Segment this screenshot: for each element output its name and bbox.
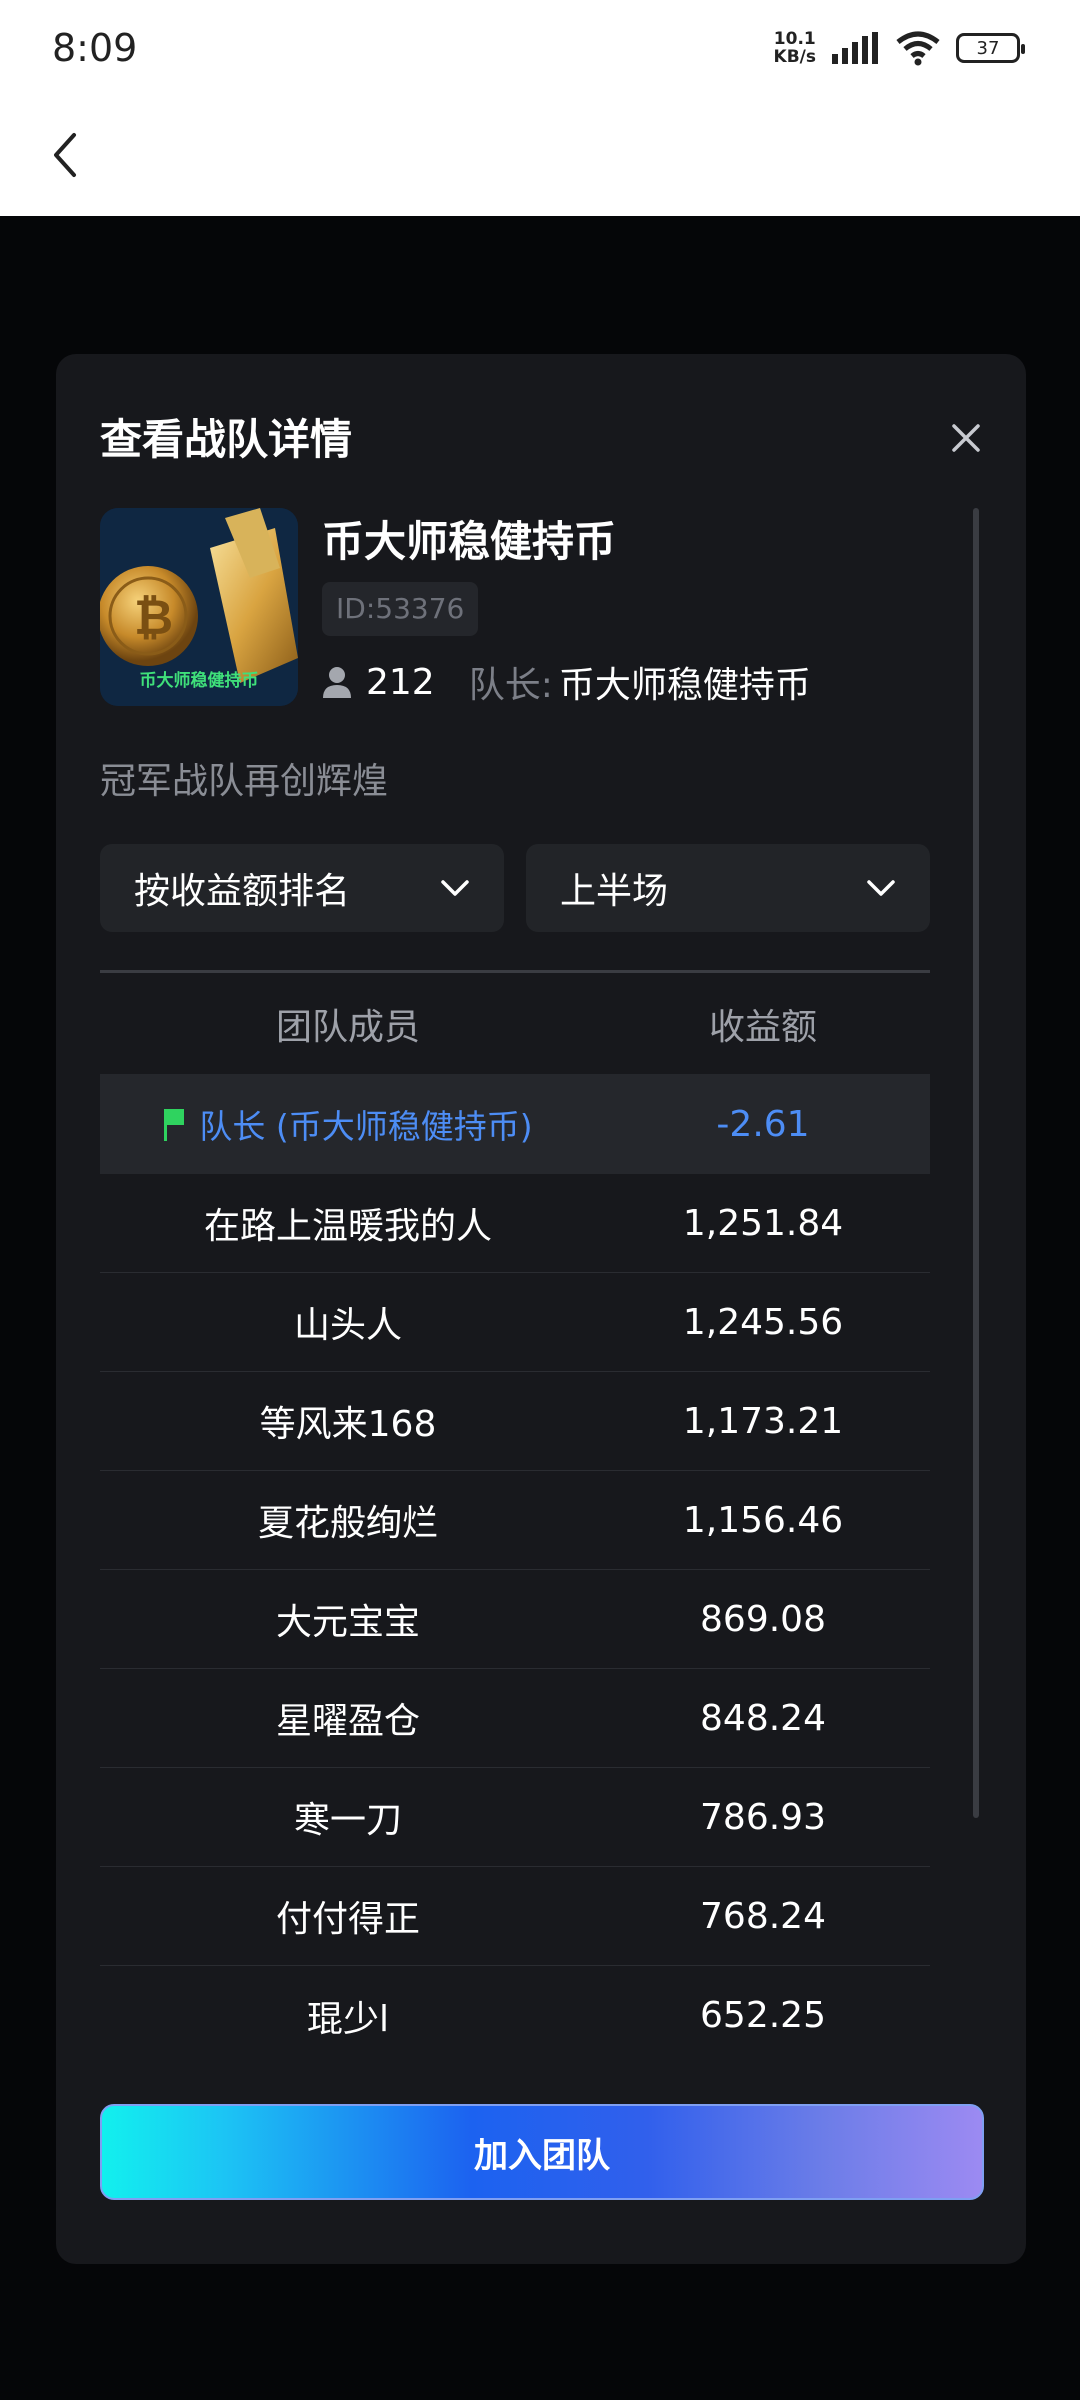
table-divider [100, 970, 930, 973]
sort-dropdown-label: 按收益额排名 [134, 871, 351, 912]
back-button[interactable] [30, 120, 100, 190]
table-row[interactable]: 夏花般绚烂 1,156.46 [100, 1471, 930, 1570]
period-dropdown-label: 上半场 [560, 871, 669, 912]
wifi-icon [896, 31, 940, 66]
header-earnings: 收益额 [708, 1007, 817, 1048]
team-meta: 212 队长: 币大师稳健持币 [322, 656, 811, 708]
chevron-down-icon [867, 880, 895, 896]
member-earnings: 1,251.84 [682, 1202, 844, 1244]
member-name: 付付得正 [275, 1899, 420, 1940]
scrollbar[interactable] [973, 508, 979, 1818]
status-bar: 8:09 10.1 KB/s 37 [0, 0, 1080, 100]
member-earnings: 786.93 [700, 1796, 826, 1838]
period-dropdown[interactable]: 上半场 [526, 844, 930, 932]
person-icon [323, 667, 351, 698]
team-id-badge: ID:53376 [322, 582, 479, 636]
member-name: 等风来168 [259, 1404, 437, 1445]
table-row[interactable]: 寒一刀 786.93 [100, 1768, 930, 1867]
member-name: 寒一刀 [293, 1800, 402, 1841]
table-header: 团队成员 收益额 [100, 974, 930, 1074]
member-earnings: 768.24 [700, 1895, 826, 1937]
member-name: 在路上温暖我的人 [203, 1206, 492, 1247]
chevron-down-icon [441, 880, 469, 896]
captain-row-value: -2.61 [716, 1103, 810, 1145]
captain-name: 币大师稳健持币 [558, 665, 811, 706]
join-team-button[interactable]: 加入团队 [100, 2104, 984, 2200]
sort-dropdown[interactable]: 按收益额排名 [100, 844, 504, 932]
table-row[interactable]: 山头人 1,245.56 [100, 1273, 930, 1372]
status-time: 8:09 [52, 26, 138, 70]
table-row[interactable]: 星曜盈仓 848.24 [100, 1669, 930, 1768]
svg-text:₿: ₿ [134, 590, 173, 646]
signal-icon [832, 32, 878, 64]
member-count: 212 [366, 661, 435, 703]
table-row[interactable]: 在路上温暖我的人 1,251.84 [100, 1174, 930, 1273]
member-earnings: 1,173.21 [682, 1400, 844, 1442]
table-row[interactable]: 付付得正 768.24 [100, 1867, 930, 1966]
captain-label: 队长: [468, 665, 553, 706]
captain-row-name: 队长 (币大师稳健持币) [100, 1100, 596, 1148]
member-earnings: 652.25 [700, 1995, 826, 2036]
member-name: 山头人 [293, 1305, 402, 1346]
team-slogan: 冠军战队再创辉煌 [100, 761, 389, 802]
nav-bar [0, 100, 1080, 216]
table-row[interactable]: 大元宝宝 869.08 [100, 1570, 930, 1669]
captain-row[interactable]: 队长 (币大师稳健持币) -2.61 [100, 1074, 930, 1174]
header-member: 团队成员 [275, 1007, 420, 1048]
member-name: 星曜盈仓 [275, 1701, 420, 1742]
member-list: 队长 (币大师稳健持币) -2.61 在路上温暖我的人 1,251.84 山头人… [100, 1074, 930, 2065]
member-earnings: 1,156.46 [682, 1499, 844, 1541]
back-arrow-icon [54, 133, 76, 177]
member-earnings: 1,245.56 [682, 1301, 844, 1343]
team-logo: ₿ 币大师稳健持币 [100, 508, 298, 706]
table-row[interactable]: 等风来168 1,173.21 [100, 1372, 930, 1471]
member-name: 大元宝宝 [275, 1602, 420, 1643]
team-name: 币大师稳健持币 [322, 517, 617, 566]
member-earnings: 848.24 [700, 1697, 826, 1739]
status-icons: 10.1 KB/s 37 [773, 29, 1025, 67]
member-name: 夏花般绚烂 [257, 1503, 438, 1544]
network-speed: 10.1 KB/s [773, 29, 816, 67]
modal-title: 查看战队详情 [100, 415, 353, 464]
close-button[interactable] [942, 414, 990, 462]
team-detail-scroll[interactable]: ₿ 币大师稳健持币 币大师稳健持币 ID:53376 212 队长: 币大师稳健… [100, 508, 932, 2188]
team-detail-modal: 查看战队详情 ₿ 币大师稳健持币 币大师稳健持币 ID:53376 212 队长… [56, 354, 1026, 2264]
member-earnings: 869.08 [700, 1598, 826, 1640]
flag-icon [164, 1109, 185, 1141]
close-icon [952, 424, 980, 452]
team-logo-caption: 币大师稳健持币 [139, 671, 259, 691]
table-row[interactable]: 琨少l 652.25 [100, 1966, 930, 2065]
battery-icon: 37 [956, 33, 1025, 63]
member-name: 琨少l [306, 1998, 389, 2040]
